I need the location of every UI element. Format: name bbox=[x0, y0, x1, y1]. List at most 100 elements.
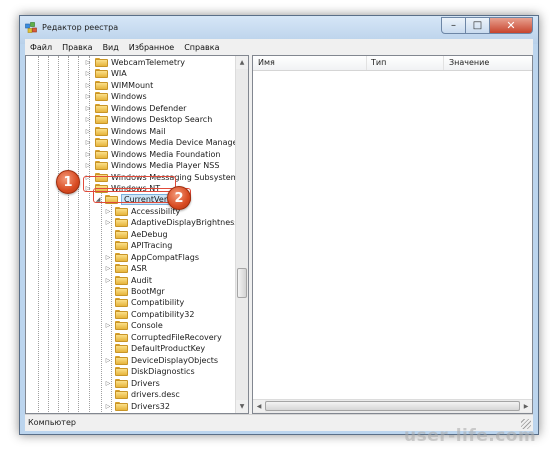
registry-tree-pane[interactable]: ▷ WebcamTelemetry ▷ WIA ▷ WIMMount ▷ Windows ▷ Wi… bbox=[25, 55, 249, 414]
tree-node-label: DiskDiagnostics bbox=[131, 367, 195, 377]
step-badge-1: 1 bbox=[56, 170, 80, 194]
folder-icon bbox=[115, 390, 128, 400]
tree-node-label: BootMgr bbox=[131, 287, 165, 296]
expand-arrow-icon[interactable]: ▷ bbox=[84, 151, 92, 158]
tree-node[interactable]: ▷ Windows Defender bbox=[84, 103, 186, 114]
folder-icon bbox=[115, 252, 128, 262]
expand-arrow-icon[interactable]: ▷ bbox=[84, 59, 92, 66]
scroll-up-arrow-icon[interactable]: ▲ bbox=[236, 56, 248, 69]
tree-node-label: Windows Mail bbox=[111, 126, 166, 136]
tree-node[interactable]: EFS bbox=[104, 412, 146, 413]
expand-arrow-icon[interactable]: ▷ bbox=[104, 380, 112, 387]
menu-edit[interactable]: Правка bbox=[57, 43, 97, 52]
tree-node[interactable]: Compatibility32 bbox=[104, 309, 194, 320]
close-button[interactable]: ✕ bbox=[490, 17, 533, 34]
tree-node[interactable]: ▷ Drivers bbox=[104, 378, 160, 389]
folder-icon bbox=[95, 80, 108, 90]
expand-arrow-icon[interactable]: ▷ bbox=[104, 322, 112, 329]
tree-node[interactable]: ▷ Console bbox=[104, 320, 163, 331]
tree-node-label: Compatibility bbox=[131, 298, 185, 308]
tree-node-label: DefaultProductKey bbox=[131, 344, 206, 354]
tree-node[interactable]: Compatibility bbox=[104, 297, 184, 308]
expand-arrow-icon[interactable]: ▷ bbox=[104, 357, 112, 364]
tree-node-label: ASR bbox=[131, 264, 148, 274]
scroll-down-arrow-icon[interactable]: ▼ bbox=[236, 400, 248, 413]
menu-help[interactable]: Справка bbox=[179, 43, 224, 52]
tree-node[interactable]: ▷ WIA bbox=[84, 68, 127, 79]
tree-guide-line bbox=[68, 56, 69, 413]
tree-node[interactable]: DefaultProductKey bbox=[104, 343, 205, 354]
tree-node[interactable]: ▷ ASR bbox=[104, 263, 147, 274]
tree-node[interactable]: ▷ WIMMount bbox=[84, 80, 153, 91]
list-header: Имя Тип Значение bbox=[253, 56, 532, 71]
menu-file[interactable]: Файл bbox=[25, 43, 57, 52]
tree-node[interactable]: APITracing bbox=[104, 240, 172, 251]
scroll-left-arrow-icon[interactable]: ◀ bbox=[253, 400, 265, 412]
folder-icon bbox=[115, 275, 128, 285]
values-list-pane[interactable]: Имя Тип Значение ◀ ▶ bbox=[252, 55, 533, 414]
expand-arrow-icon[interactable]: ▷ bbox=[84, 105, 92, 112]
expand-arrow-icon[interactable]: ▷ bbox=[84, 128, 92, 135]
expand-arrow-icon[interactable]: ▷ bbox=[84, 139, 92, 146]
menu-view[interactable]: Вид bbox=[98, 43, 124, 52]
list-horizontal-scrollbar[interactable]: ◀ ▶ bbox=[253, 399, 532, 413]
tree-node[interactable]: ▷ Windows Media Player NSS bbox=[84, 160, 219, 171]
folder-icon bbox=[95, 58, 108, 67]
tree-node-label: Windows Media Device Manager bbox=[111, 138, 235, 148]
expand-arrow-icon[interactable]: ▷ bbox=[104, 219, 112, 226]
menu-bar: Файл Правка Вид Избранное Справка bbox=[25, 39, 533, 55]
expand-arrow-icon[interactable]: ▷ bbox=[84, 162, 92, 169]
expand-arrow-icon[interactable]: ▷ bbox=[84, 70, 92, 77]
column-header-type[interactable]: Тип bbox=[371, 58, 386, 67]
tree-node-label: Windows Desktop Search bbox=[111, 115, 213, 125]
tree-node-label: Windows Defender bbox=[111, 103, 187, 113]
maximize-button[interactable]: □ bbox=[466, 17, 490, 34]
menu-favorites[interactable]: Избранное bbox=[124, 43, 179, 52]
horizontal-scroll-thumb[interactable] bbox=[265, 401, 520, 411]
column-header-value[interactable]: Значение bbox=[449, 58, 489, 67]
column-divider[interactable] bbox=[443, 56, 444, 70]
tree-node-label: Windows Media Player NSS bbox=[111, 161, 220, 171]
tree-node[interactable]: drivers.desc bbox=[104, 389, 180, 400]
tree-node-label: Console bbox=[131, 321, 163, 331]
tree-node[interactable]: BootMgr bbox=[104, 286, 165, 297]
expand-arrow-icon[interactable]: ▷ bbox=[84, 93, 92, 100]
scroll-thumb[interactable] bbox=[237, 268, 247, 298]
tree-node-label: Windows Media Foundation bbox=[111, 149, 221, 159]
client-area: ▷ WebcamTelemetry ▷ WIA ▷ WIMMount ▷ Windows ▷ Wi… bbox=[25, 55, 533, 414]
expand-arrow-icon[interactable]: ▷ bbox=[84, 82, 92, 89]
status-path: Компьютер bbox=[28, 418, 76, 427]
expand-arrow-icon[interactable]: ▷ bbox=[104, 254, 112, 261]
tree-node[interactable]: ▷ Windows Media Foundation bbox=[84, 149, 220, 160]
tree-guide-line bbox=[101, 193, 102, 413]
tree-node[interactable]: ▷ Windows Media Device Manager bbox=[84, 137, 235, 148]
expand-arrow-icon[interactable]: ▷ bbox=[104, 403, 112, 410]
column-header-name[interactable]: Имя bbox=[258, 58, 275, 67]
tree-node[interactable]: ▷ DeviceDisplayObjects bbox=[104, 355, 218, 366]
expand-arrow-icon[interactable]: ▷ bbox=[84, 116, 92, 123]
tree-node[interactable]: DiskDiagnostics bbox=[104, 366, 195, 377]
tree-node[interactable]: ▷ Windows Desktop Search bbox=[84, 114, 212, 125]
tree-node[interactable]: ▷ Audit bbox=[104, 275, 152, 286]
folder-icon bbox=[95, 69, 108, 79]
tree-node[interactable]: ▷ AdaptiveDisplayBrightness bbox=[104, 217, 235, 228]
folder-icon bbox=[115, 367, 128, 377]
minimize-button[interactable]: – bbox=[441, 17, 466, 34]
folder-icon bbox=[95, 161, 108, 171]
tree-node[interactable]: ▷ Accessibility bbox=[104, 206, 180, 217]
scroll-right-arrow-icon[interactable]: ▶ bbox=[520, 400, 532, 412]
column-divider[interactable] bbox=[366, 56, 367, 70]
tree-vertical-scrollbar[interactable]: ▲ ▼ bbox=[235, 56, 248, 413]
tree-node[interactable]: ▷ Windows Mail bbox=[84, 126, 166, 137]
tree-guide-line bbox=[58, 56, 59, 413]
tree-node[interactable]: AeDebug bbox=[104, 229, 168, 240]
expand-arrow-icon[interactable]: ▷ bbox=[104, 277, 112, 284]
expand-arrow-icon[interactable]: ▷ bbox=[104, 208, 112, 215]
tree-node[interactable]: ▷ AppCompatFlags bbox=[104, 252, 199, 263]
tree-node[interactable]: CorruptedFileRecovery bbox=[104, 332, 222, 343]
tree-node[interactable]: ▷ Windows bbox=[84, 91, 147, 102]
folder-icon bbox=[115, 378, 128, 388]
tree-node[interactable]: ▷ WebcamTelemetry bbox=[84, 57, 185, 68]
tree-node[interactable]: ▷ Drivers32 bbox=[104, 401, 170, 412]
expand-arrow-icon[interactable]: ▷ bbox=[104, 265, 112, 272]
